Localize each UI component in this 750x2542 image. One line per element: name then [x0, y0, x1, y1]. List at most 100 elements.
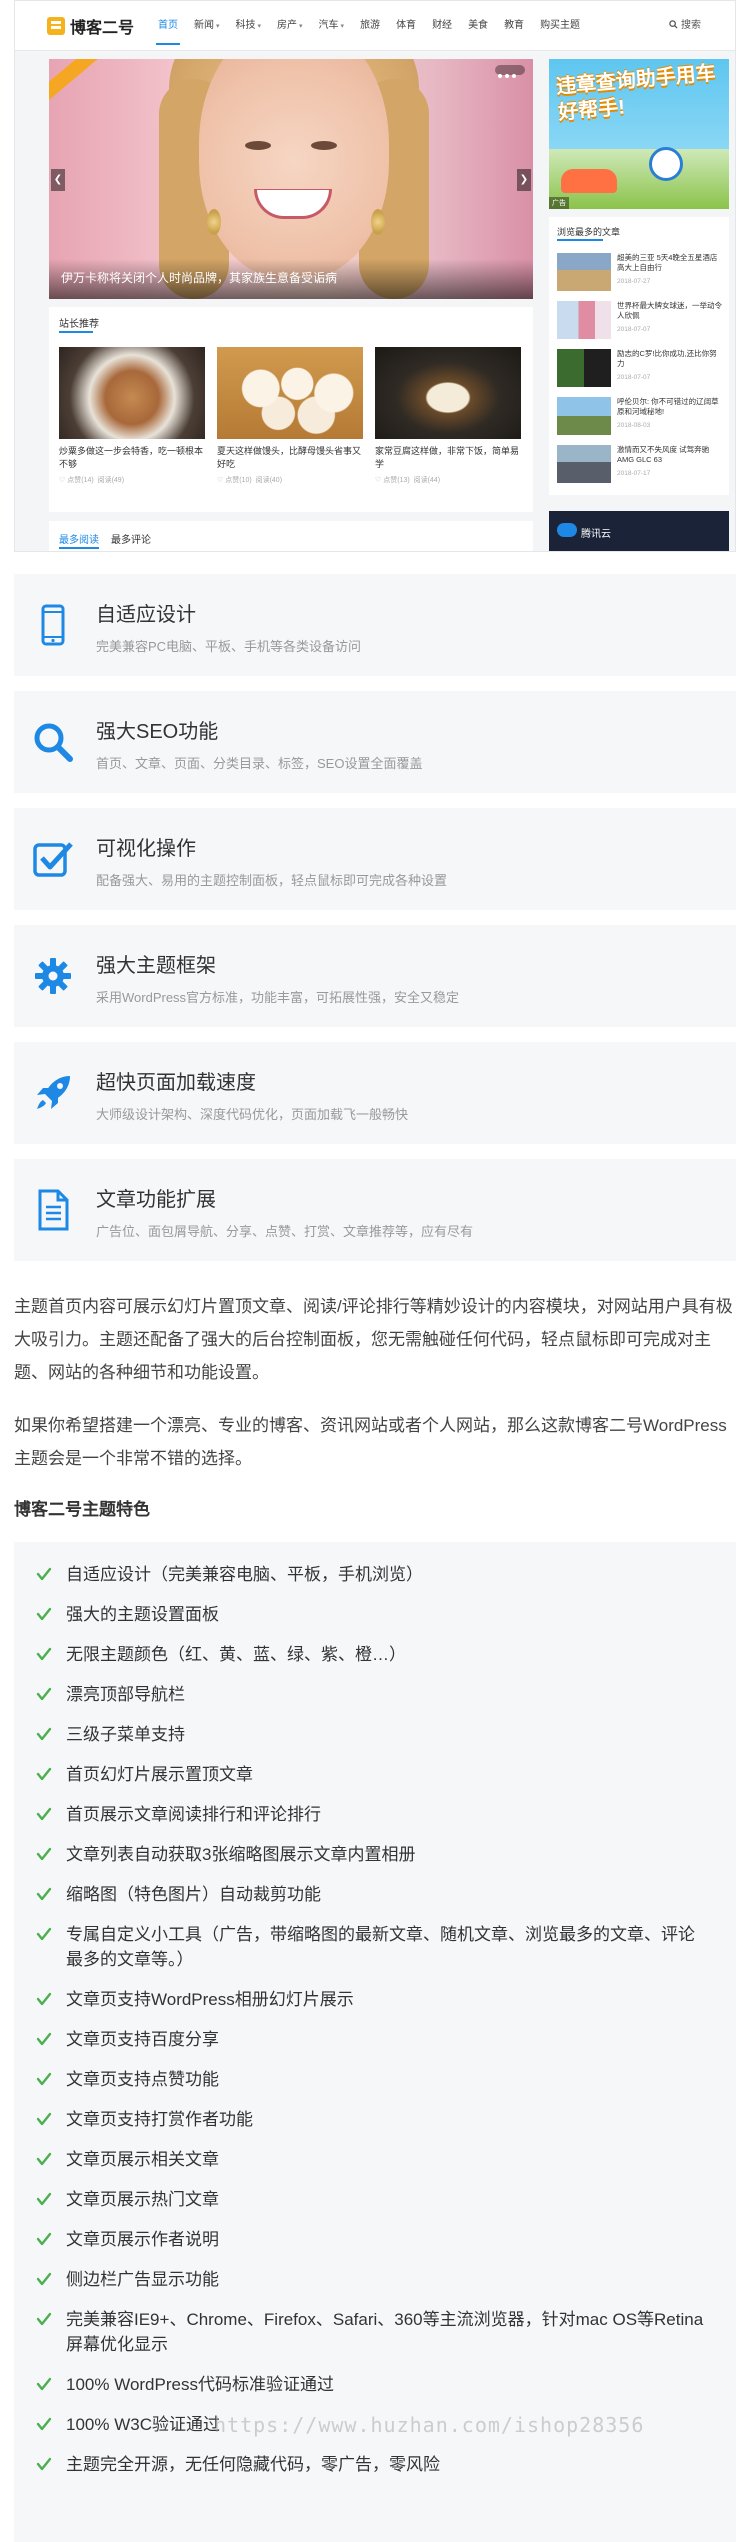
most-viewed-item-date: 2018-07-07 — [617, 326, 651, 333]
recommend-card[interactable]: 炒粟多做这一步会特香，吃一顿根本不够 ♡ 点赞(14) 阅读(49) — [59, 347, 205, 485]
nav-item[interactable]: 教育 — [496, 1, 532, 51]
checkbox-icon — [30, 836, 76, 882]
checklist-item-text: 侧边栏广告显示功能 — [66, 2270, 219, 2289]
nav-search-button[interactable]: 搜索 — [669, 1, 701, 51]
most-viewed-item[interactable]: 励志的C罗!比你成功,还比你努力 2018-07-07 — [557, 349, 723, 389]
nav-item[interactable]: 购买主题 — [532, 1, 588, 51]
feature-desc: 大师级设计架构、深度代码优化，页面加载飞一般畅快 — [96, 1107, 409, 1122]
most-viewed-thumbnail[interactable] — [557, 301, 611, 339]
search-label: 搜索 — [681, 20, 701, 31]
most-viewed-item-title[interactable]: 呼伦贝尔: 你不可错过的辽阔草原和河域秘地! — [617, 397, 723, 417]
checklist-item: 文章页支持点赞功能 — [36, 2067, 706, 2092]
nav-item-label: 体育 — [396, 20, 417, 31]
most-viewed-item[interactable]: 超美的三亚 5天4晚全五星酒店高大上自由行 2018-07-27 — [557, 253, 723, 293]
recommend-card-title[interactable]: 炒粟多做这一步会特香，吃一顿根本不够 — [59, 445, 205, 471]
nav-item-label: 首页 — [158, 20, 178, 31]
nav-item[interactable]: 汽车 ▾ — [311, 1, 353, 51]
slide-image-face — [199, 59, 389, 279]
most-viewed-thumbnail[interactable] — [557, 253, 611, 291]
logo-text: 博客二号 — [70, 20, 135, 37]
checklist-item: 侧边栏广告显示功能 — [36, 2267, 706, 2292]
checkmark-icon — [36, 1807, 52, 1821]
checklist-item: 三级子菜单支持 — [36, 1722, 706, 1747]
most-viewed-item-date: 2018-07-27 — [617, 278, 651, 285]
sidebar-ad-banner[interactable]: 违章查询助手用车好帮手! 广告 — [549, 59, 729, 209]
checklist-item: 文章列表自动获取3张缩略图展示文章内置相册 — [36, 1842, 706, 1867]
recommend-card-title[interactable]: 家常豆腐这样做，非常下饭，简单易学 — [375, 445, 521, 471]
mobile-phone-icon — [30, 602, 76, 648]
most-viewed-item-title[interactable]: 激情而又不失风度 试驾奔驰AMG GLC 63 — [617, 445, 723, 465]
checklist-item: 强大的主题设置面板 — [36, 1602, 706, 1627]
slide-image-eye — [245, 141, 271, 150]
checklist-item: 文章页支持打赏作者功能 — [36, 2107, 706, 2132]
most-viewed-item[interactable]: 呼伦贝尔: 你不可错过的辽阔草原和河域秘地! 2018-08-03 — [557, 397, 723, 437]
recommend-thumbnail[interactable] — [375, 347, 521, 439]
car-icon — [561, 169, 617, 193]
checklist-item: 主题完全开源，无任何隐藏代码，零广告，零风险 — [36, 2452, 706, 2477]
feature-card: 自适应设计 完美兼容PC电脑、平板、手机等各类设备访问 — [14, 574, 736, 676]
slide-ribbon — [49, 59, 105, 106]
slider-next-button[interactable]: ❯ — [517, 169, 531, 191]
read-count: 阅读(44) — [413, 477, 441, 484]
most-viewed-item-title[interactable]: 超美的三亚 5天4晚全五星酒店高大上自由行 — [617, 253, 723, 273]
most-viewed-title: 浏览最多的文章 — [557, 227, 621, 241]
recommend-title: 站长推荐 — [59, 315, 99, 333]
rocket-icon — [30, 1070, 76, 1116]
ranking-tabs: 最多阅读 最多评论 — [49, 521, 533, 551]
most-viewed-thumbnail[interactable] — [557, 349, 611, 387]
recommend-card-meta: ♡ 点赞(14) 阅读(49) — [59, 475, 205, 485]
slide-image-earring — [207, 209, 221, 235]
nav-menu: 首页 新闻 ▾ 科技 ▾ 房产 ▾ 汽车 ▾ 旅游 体育 财经 美食 教育 购买主题 — [150, 1, 588, 51]
recommend-card[interactable]: 家常豆腐这样做，非常下饭，简单易学 ♡ 点赞(13) 阅读(44) — [375, 347, 521, 485]
most-viewed-thumbnail[interactable] — [557, 445, 611, 483]
nav-item[interactable]: 旅游 — [352, 1, 388, 51]
featured-slider[interactable]: ❮ ❯ 伊万卡称将关闭个人时尚品牌，其家族生意备受诟病 — [49, 59, 533, 299]
site-logo[interactable]: 博客二号 — [47, 15, 134, 37]
magnifier-icon — [30, 719, 76, 765]
tab-most-comments[interactable]: 最多评论 — [111, 531, 151, 546]
tab-most-read[interactable]: 最多阅读 — [59, 531, 99, 549]
most-viewed-item[interactable]: 世界杯最大牌女球迷，一举动令人欣佩 2018-07-07 — [557, 301, 723, 341]
checklist-item: 漂亮顶部导航栏 — [36, 1682, 706, 1707]
nav-item[interactable]: 美食 — [460, 1, 496, 51]
recommend-card-title[interactable]: 夏天这样做馒头，比酵母馒头省事又好吃 — [217, 445, 363, 471]
preview-frame: 博客二号 首页 新闻 ▾ 科技 ▾ 房产 ▾ 汽车 ▾ 旅游 体育 财经 美食 教育 购买主题 搜索 ❮ ❯… — [14, 0, 736, 552]
slider-prev-button[interactable]: ❮ — [51, 169, 65, 191]
checkmark-icon — [36, 2112, 52, 2126]
recommend-thumbnail[interactable] — [217, 347, 363, 439]
chevron-down-icon: ▾ — [257, 23, 262, 30]
feature-title: 强大主题框架 — [96, 955, 216, 977]
most-viewed-item-title[interactable]: 励志的C罗!比你成功,还比你努力 — [617, 349, 723, 369]
most-viewed-item-title[interactable]: 世界杯最大牌女球迷，一举动令人欣佩 — [617, 301, 723, 321]
slide-caption[interactable]: 伊万卡称将关闭个人时尚品牌，其家族生意备受诟病 — [49, 259, 533, 299]
feature-checklist: 自适应设计（完美兼容电脑、平板，手机浏览） 强大的主题设置面板 无限主题颜色（红、黄… — [14, 1542, 736, 2542]
slide-image-earring — [371, 209, 385, 235]
like-count: 点赞(14) — [67, 477, 94, 484]
nav-item[interactable]: 首页 — [150, 1, 186, 51]
chevron-down-icon: ▾ — [216, 23, 220, 30]
checklist-item-text: 强大的主题设置面板 — [66, 1605, 219, 1624]
recommend-card-meta: ♡ 点赞(10) 阅读(40) — [217, 475, 363, 485]
nav-item[interactable]: 新闻 ▾ — [186, 1, 228, 51]
slider-dots[interactable] — [495, 65, 525, 78]
checkmark-icon — [36, 2312, 52, 2326]
nav-item[interactable]: 体育 — [388, 1, 424, 51]
most-viewed-item[interactable]: 激情而又不失风度 试驾奔驰AMG GLC 63 2018-07-17 — [557, 445, 723, 485]
feature-title: 文章功能扩展 — [96, 1189, 216, 1211]
cloud-icon — [557, 523, 577, 537]
nav-item[interactable]: 房产 ▾ — [269, 1, 311, 51]
checklist-item-text: 文章列表自动获取3张缩略图展示文章内置相册 — [66, 1845, 416, 1864]
tencent-cloud-ad[interactable]: 腾讯云 — [549, 511, 729, 551]
checkmark-icon — [36, 2232, 52, 2246]
article-paragraph: 如果你希望搭建一个漂亮、专业的博客、资讯网站或者个人网站，那么这款博客二号Wor… — [14, 1416, 727, 1468]
nav-item[interactable]: 财经 — [424, 1, 460, 51]
recommend-thumbnail[interactable] — [59, 347, 205, 439]
features-heading: 博客二号主题特色 — [14, 1500, 150, 1519]
most-viewed-thumbnail[interactable] — [557, 397, 611, 435]
most-viewed-item-date: 2018-07-17 — [617, 470, 651, 477]
cloud-ad-text: 腾讯云 — [581, 529, 611, 540]
recommend-card[interactable]: 夏天这样做馒头，比酵母馒头省事又好吃 ♡ 点赞(10) 阅读(40) — [217, 347, 363, 485]
checklist-item: 首页展示文章阅读排行和评论排行 — [36, 1802, 706, 1827]
article-paragraph: 主题首页内容可展示幻灯片置顶文章、阅读/评论排行等精妙设计的内容模块，对网站用户… — [14, 1297, 733, 1382]
nav-item[interactable]: 科技 ▾ — [228, 1, 270, 51]
